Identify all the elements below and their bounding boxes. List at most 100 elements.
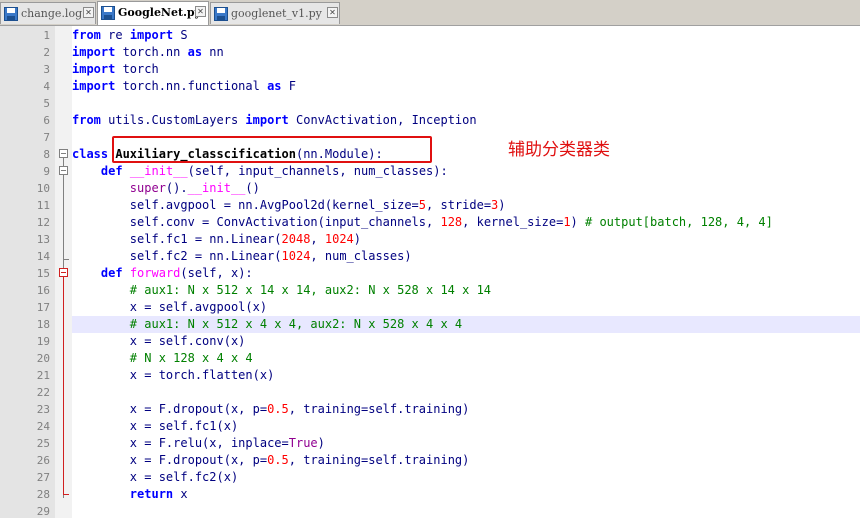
- code-line[interactable]: import torch.nn.functional as F: [72, 78, 296, 95]
- code-token: 1: [563, 215, 571, 229]
- code-token: nn: [202, 45, 224, 59]
- code-token: # N x 128 x 4 x 4: [129, 351, 253, 365]
- code-token: F: [281, 79, 296, 93]
- close-icon[interactable]: ✕: [327, 7, 338, 18]
- code-line[interactable]: x = F.dropout(x, p=0.5, training=self.tr…: [72, 452, 470, 469]
- line-number: 23: [36, 403, 50, 416]
- code-token: ): [498, 198, 506, 212]
- code-token: self.fc2 = nn.Linear(: [72, 249, 282, 263]
- code-token: 1024: [281, 249, 311, 263]
- code-token: ): [353, 232, 362, 246]
- line-number: 27: [36, 471, 50, 484]
- code-line[interactable]: self.fc2 = nn.Linear(1024, num_classes): [72, 248, 412, 265]
- line-number: 16: [36, 284, 50, 297]
- tab-googlenet-v1-py[interactable]: googlenet_v1.py ✕: [210, 2, 340, 24]
- tab-bar: change.log ✕ GoogleNet.py ✕ googlenet_v1…: [0, 0, 860, 26]
- code-line[interactable]: x = F.relu(x, inplace=True): [72, 435, 325, 452]
- code-line[interactable]: self.conv = ConvActivation(input_channel…: [72, 214, 773, 231]
- line-number: 1: [43, 29, 50, 42]
- code-line[interactable]: x = self.fc2(x): [72, 469, 238, 486]
- code-line[interactable]: # N x 128 x 4 x 4: [72, 350, 253, 367]
- code-token: x = F.dropout(x, p=: [72, 453, 268, 467]
- code-editor[interactable]: 1 from re import S 2 import torch.nn as nn 3…: [0, 26, 860, 518]
- code-token: (self, x):: [180, 266, 253, 280]
- code-token: __init__: [187, 181, 246, 195]
- code-token: torch: [115, 62, 159, 76]
- code-token: ): [317, 436, 325, 450]
- save-icon: [4, 7, 18, 21]
- code-token: ConvActivation, Inception: [288, 113, 477, 127]
- code-token: self.conv = ConvActivation(input_channel…: [72, 215, 441, 229]
- code-line[interactable]: def __init__(self, input_channels, num_c…: [72, 163, 448, 180]
- code-token: # aux1: N x 512 x 4 x 4, aux2: N x 528 x…: [129, 317, 463, 331]
- line-number: 21: [36, 369, 50, 382]
- code-token: 2048: [281, 232, 311, 246]
- code-token: (self, input_channels, num_classes):: [187, 164, 448, 178]
- code-token: from: [72, 113, 101, 127]
- code-token: def: [100, 164, 123, 178]
- tab-googlenet-py[interactable]: GoogleNet.py ✕: [97, 1, 209, 25]
- code-token: x = self.fc2(x): [72, 470, 239, 484]
- code-token: as: [267, 79, 282, 93]
- close-icon[interactable]: ✕: [195, 6, 206, 17]
- code-token: x = torch.flatten(x): [72, 368, 275, 382]
- code-line[interactable]: x = self.fc1(x): [72, 418, 238, 435]
- code-token: (): [245, 181, 260, 195]
- annotation-highlight-box: [112, 136, 432, 163]
- code-token: utils.CustomLayers: [100, 113, 246, 127]
- line-number: 15: [36, 267, 50, 280]
- code-line[interactable]: x = self.conv(x): [72, 333, 246, 350]
- line-number: 8: [43, 148, 50, 161]
- code-line[interactable]: def forward(self, x):: [72, 265, 253, 282]
- code-token: x = self.fc1(x): [72, 419, 239, 433]
- code-token: import: [72, 45, 116, 59]
- fold-collapse-icon[interactable]: [59, 149, 68, 158]
- code-token: self.avgpool = nn.AvgPool2d(kernel_size=: [72, 198, 419, 212]
- code-line[interactable]: super().__init__(): [72, 180, 260, 197]
- code-line[interactable]: return x: [72, 486, 188, 503]
- line-number: 19: [36, 335, 50, 348]
- code-token: , training=self.training): [288, 402, 470, 416]
- code-token: torch.nn.functional: [115, 79, 268, 93]
- code-line[interactable]: x = F.dropout(x, p=0.5, training=self.tr…: [72, 401, 470, 418]
- code-line[interactable]: self.avgpool = nn.AvgPool2d(kernel_size=…: [72, 197, 506, 214]
- code-line[interactable]: import torch.nn as nn: [72, 44, 224, 61]
- fold-collapse-icon[interactable]: [59, 166, 68, 175]
- line-number: 7: [43, 131, 50, 144]
- line-number: 20: [36, 352, 50, 365]
- line-number: 17: [36, 301, 50, 314]
- code-token: , stride=: [426, 198, 492, 212]
- code-line[interactable]: import torch: [72, 61, 159, 78]
- code-token: x = self.avgpool(x): [72, 300, 268, 314]
- code-line[interactable]: # aux1: N x 512 x 14 x 14, aux2: N x 528…: [72, 282, 491, 299]
- code-token: self.fc1 = nn.Linear(: [72, 232, 282, 246]
- code-token: # aux1: N x 512 x 14 x 14, aux2: N x 528…: [129, 283, 492, 297]
- code-line[interactable]: from re import S: [72, 27, 188, 44]
- code-token: 1024: [324, 232, 354, 246]
- close-icon[interactable]: ✕: [83, 7, 94, 18]
- code-line[interactable]: # aux1: N x 512 x 4 x 4, aux2: N x 528 x…: [72, 316, 860, 333]
- code-token: return: [129, 487, 174, 501]
- code-token: 0.5: [267, 453, 289, 467]
- code-token: # output[batch, 128, 4, 4]: [585, 215, 773, 229]
- code-token: S: [173, 28, 188, 42]
- line-number: 3: [43, 63, 50, 76]
- line-number: 24: [36, 420, 50, 433]
- code-line[interactable]: x = self.avgpool(x): [72, 299, 267, 316]
- line-number: 12: [36, 216, 50, 229]
- line-number: 2: [43, 46, 50, 59]
- code-line[interactable]: x = torch.flatten(x): [72, 367, 275, 384]
- tab-change-log[interactable]: change.log ✕: [0, 2, 96, 24]
- code-token: x = self.conv(x): [72, 334, 246, 348]
- fold-collapse-icon[interactable]: [59, 268, 68, 277]
- code-line[interactable]: from utils.CustomLayers import ConvActiv…: [72, 112, 477, 129]
- line-number: 18: [36, 318, 50, 331]
- code-line[interactable]: self.fc1 = nn.Linear(2048, 1024): [72, 231, 361, 248]
